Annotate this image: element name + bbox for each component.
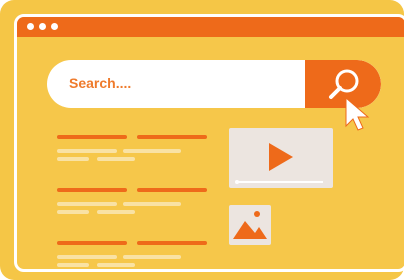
search-bar[interactable]: Search.... xyxy=(47,60,381,108)
title-bar xyxy=(17,17,404,37)
pointer-cursor-icon xyxy=(345,96,370,131)
browser-window: Search.... xyxy=(14,14,404,272)
result-title-3b[interactable] xyxy=(137,241,207,245)
search-input[interactable]: Search.... xyxy=(69,75,131,91)
window-dot-1[interactable] xyxy=(27,23,34,30)
result-text-3b xyxy=(123,255,181,259)
image-icon xyxy=(233,211,267,239)
result-text-2a xyxy=(57,202,117,206)
window-dot-3[interactable] xyxy=(51,23,58,30)
result-text-1d xyxy=(97,157,135,161)
result-title-2b[interactable] xyxy=(137,188,207,192)
result-text-2d xyxy=(97,210,135,214)
window-dot-2[interactable] xyxy=(39,23,46,30)
result-text-1c xyxy=(57,157,89,161)
result-title-1b[interactable] xyxy=(137,135,207,139)
result-text-1a xyxy=(57,149,117,153)
play-icon xyxy=(235,143,323,184)
result-text-1b xyxy=(123,149,181,153)
result-text-2c xyxy=(57,210,89,214)
result-text-3d xyxy=(97,263,135,267)
result-text-3a xyxy=(57,255,117,259)
result-text-3c xyxy=(57,263,89,267)
image-thumbnail[interactable] xyxy=(229,205,271,245)
result-title-3a[interactable] xyxy=(57,241,127,245)
video-thumbnail[interactable] xyxy=(229,128,333,188)
result-title-2a[interactable] xyxy=(57,188,127,192)
result-text-2b xyxy=(123,202,181,206)
result-title-1a[interactable] xyxy=(57,135,127,139)
